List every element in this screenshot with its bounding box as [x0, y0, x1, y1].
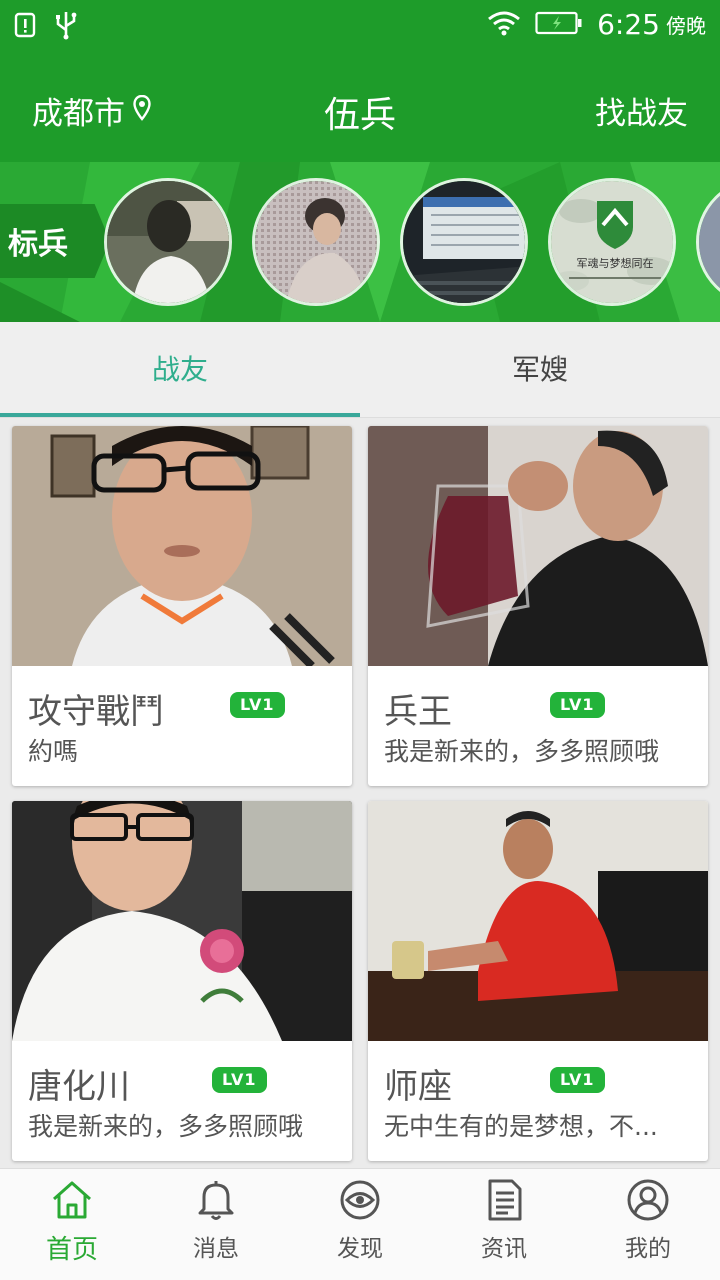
- nav-label: 资讯: [481, 1236, 527, 1262]
- battery-icon: [535, 10, 583, 40]
- level-badge: LV1: [230, 692, 285, 718]
- logo-text: 军魂与梦想同在: [577, 256, 654, 270]
- clock-time: 6:25: [597, 8, 660, 41]
- featured-avatar[interactable]: [252, 178, 380, 306]
- category-tabs: 战友 军嫂: [0, 322, 720, 418]
- document-icon: [482, 1179, 526, 1225]
- nav-label: 发现: [337, 1236, 383, 1262]
- find-comrades-button[interactable]: 找战友: [595, 88, 688, 133]
- bottom-navigation: 首页 消息 发现 资讯 我的: [0, 1168, 720, 1280]
- location-pin-icon: [133, 93, 151, 129]
- nav-messages[interactable]: 消息: [144, 1169, 288, 1280]
- city-selector[interactable]: 成都市: [32, 88, 151, 133]
- nav-label: 首页: [45, 1235, 98, 1265]
- clock-period: 傍晚: [666, 14, 706, 38]
- nav-discover[interactable]: 发现: [288, 1169, 432, 1280]
- user-card[interactable]: 师座 LV1 无中生有的是梦想，不...: [368, 801, 708, 1161]
- user-photo: [368, 801, 708, 1041]
- user-bio: 我是新来的，多多照顾哦: [384, 737, 660, 766]
- user-photo: [368, 426, 708, 666]
- alert-icon: [14, 12, 36, 42]
- nav-news[interactable]: 资讯: [432, 1169, 576, 1280]
- user-card[interactable]: 唐化川 LV1 我是新来的，多多照顾哦: [12, 801, 352, 1161]
- nav-label: 我的: [625, 1236, 671, 1262]
- user-name: 攻守戰鬥: [28, 692, 164, 732]
- level-badge: LV1: [550, 692, 605, 718]
- nav-profile[interactable]: 我的: [576, 1169, 720, 1280]
- tab-comrades[interactable]: 战友: [0, 322, 360, 417]
- user-icon: [626, 1179, 670, 1225]
- usb-icon: [54, 10, 78, 44]
- featured-avatar[interactable]: [104, 178, 232, 306]
- user-card[interactable]: 攻守戰鬥 LV1 約嗎: [12, 426, 352, 786]
- featured-avatar[interactable]: [400, 178, 528, 306]
- banner-tag: 标兵: [0, 204, 110, 278]
- user-bio: 約嗎: [28, 737, 79, 766]
- city-label: 成都市: [32, 96, 125, 132]
- nav-home[interactable]: 首页: [0, 1169, 144, 1280]
- featured-logo-avatar[interactable]: 军魂与梦想同在: [548, 178, 676, 306]
- tab-military-wives[interactable]: 军嫂: [360, 322, 720, 417]
- level-badge: LV1: [212, 1067, 267, 1093]
- status-bar: 6:25 傍晚: [0, 0, 720, 52]
- app-bar: 成都市 伍兵 找战友: [0, 52, 720, 162]
- user-photo: [12, 801, 352, 1041]
- user-bio: 无中生有的是梦想，不...: [384, 1112, 658, 1141]
- home-icon: [50, 1179, 94, 1225]
- featured-banner: 标兵 军魂与梦想同在: [0, 162, 720, 322]
- user-name: 师座: [384, 1067, 452, 1107]
- level-badge: LV1: [550, 1067, 605, 1093]
- eye-icon: [338, 1179, 382, 1225]
- user-photo: [12, 426, 352, 666]
- wifi-icon: [487, 10, 521, 40]
- nav-label: 消息: [193, 1236, 239, 1262]
- user-card[interactable]: 兵王 LV1 我是新来的，多多照顾哦: [368, 426, 708, 786]
- user-name: 兵王: [384, 692, 452, 732]
- user-name: 唐化川: [28, 1067, 130, 1107]
- user-bio: 我是新来的，多多照顾哦: [28, 1112, 304, 1141]
- bell-icon: [194, 1179, 238, 1225]
